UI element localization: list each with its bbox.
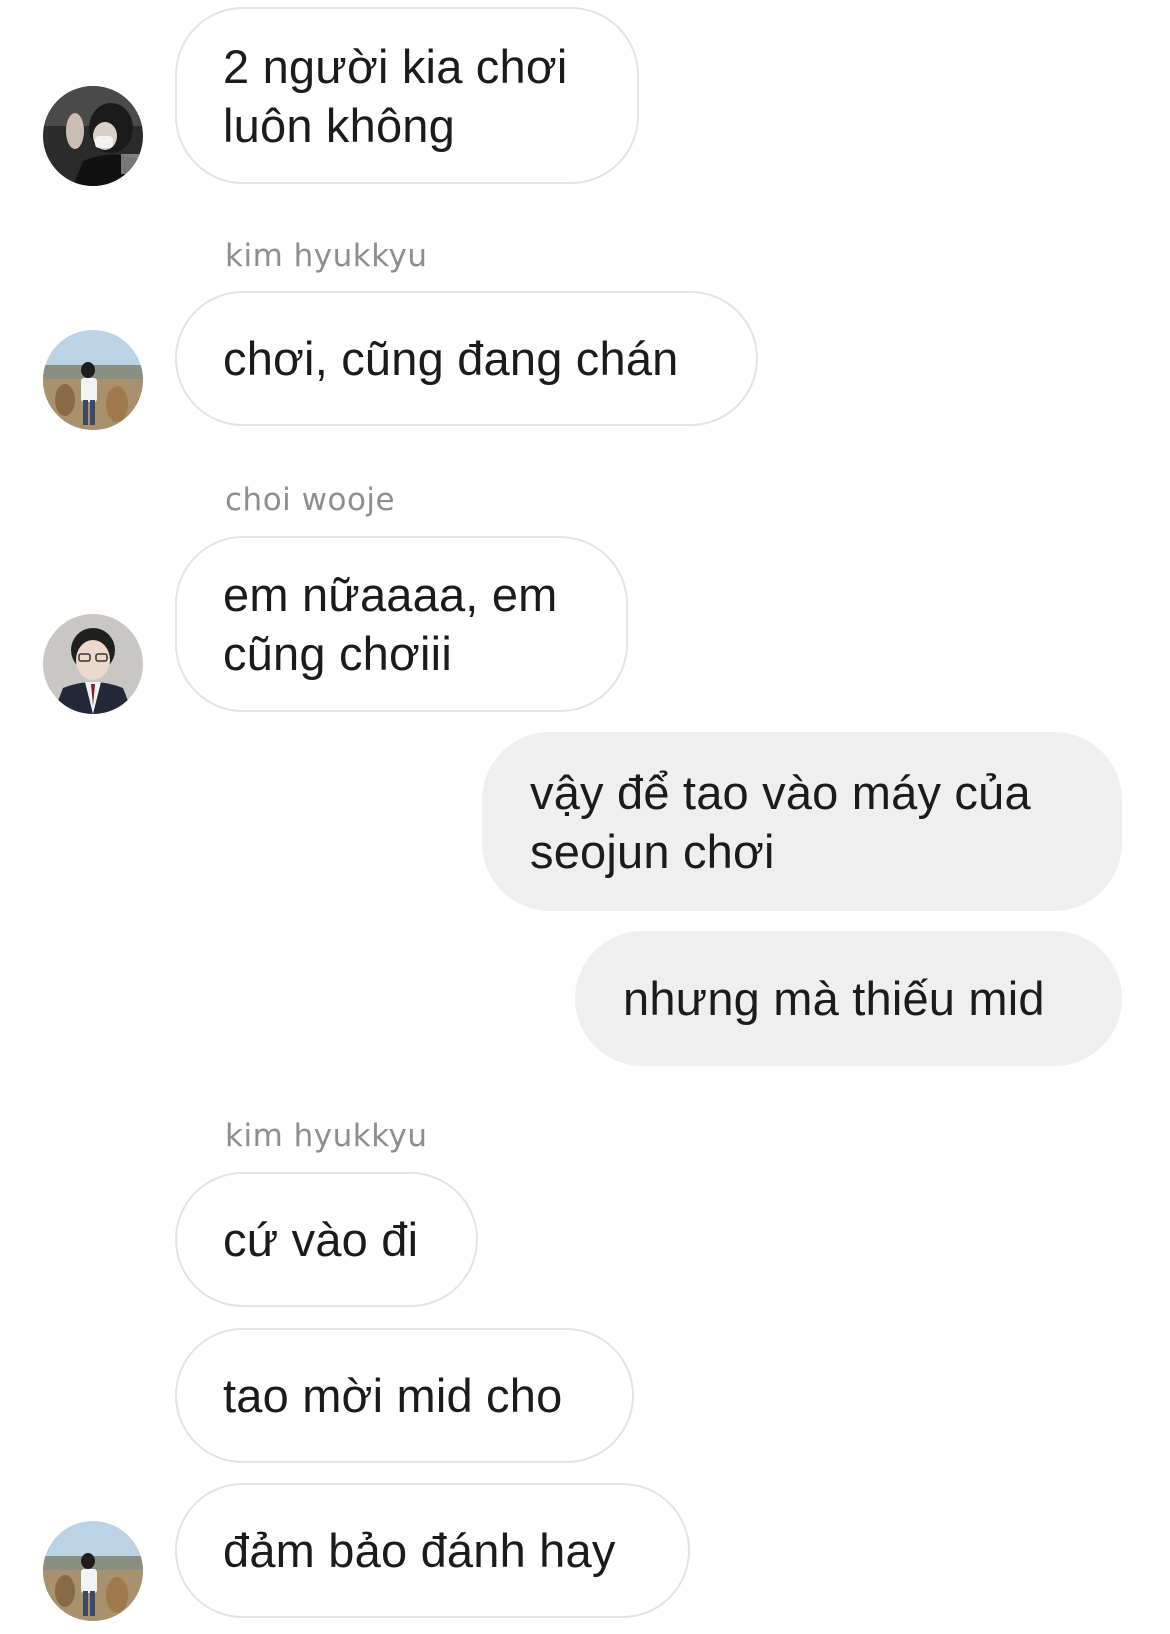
sender-name: choi wooje: [225, 482, 396, 518]
message-text: 2 người kia chơi: [223, 39, 568, 93]
message-bubble[interactable]: em nữaaaa, em cũng chơiii: [175, 536, 628, 712]
avatar-photo-outdoor: [43, 330, 143, 430]
message-text: tao mời mid cho: [223, 1369, 563, 1422]
sender-name: kim hyukkyu: [225, 238, 428, 274]
message-text: chơi, cũng đang chán: [223, 332, 679, 385]
avatar[interactable]: [43, 1521, 143, 1621]
message-text: nhưng mà thiếu mid: [623, 972, 1045, 1025]
avatar-photo-portrait: [43, 614, 143, 714]
avatar[interactable]: [43, 86, 143, 186]
message-text: cứ vào đi: [223, 1213, 419, 1266]
message-bubble[interactable]: 2 người kia chơi luôn không: [175, 7, 639, 184]
message-text: cũng chơiii: [223, 627, 452, 680]
sender-name: kim hyukkyu: [225, 1118, 428, 1154]
avatar[interactable]: [43, 614, 143, 714]
message-text: seojun chơi: [530, 824, 775, 878]
message-bubble-outgoing[interactable]: nhưng mà thiếu mid: [575, 931, 1122, 1066]
avatar[interactable]: [43, 330, 143, 430]
message-bubble[interactable]: chơi, cũng đang chán: [175, 291, 758, 426]
message-bubble[interactable]: tao mời mid cho: [175, 1328, 634, 1463]
avatar-photo-outdoor: [43, 1521, 143, 1621]
avatar-photo-dark: [43, 86, 143, 186]
message-text: luôn không: [223, 98, 455, 152]
message-bubble-outgoing[interactable]: vậy để tao vào máy của seojun chơi: [482, 732, 1122, 911]
message-text: em nữaaaa, em: [223, 568, 558, 621]
message-text: vậy để tao vào máy của: [530, 765, 1031, 819]
message-text: đảm bảo đánh hay: [223, 1524, 616, 1577]
message-bubble[interactable]: đảm bảo đánh hay: [175, 1483, 690, 1618]
message-bubble[interactable]: cứ vào đi: [175, 1172, 478, 1307]
